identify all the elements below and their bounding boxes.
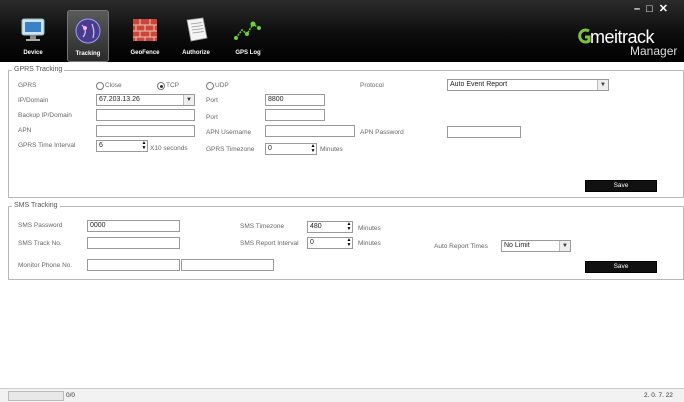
chevron-down-icon[interactable]: ▼: [597, 80, 608, 90]
gprs-timezone-label: GPRS Timezone: [206, 146, 255, 153]
port-input[interactable]: 8800: [265, 94, 325, 106]
route-icon: [234, 21, 261, 40]
toolbar-authorize[interactable]: Authorize: [176, 10, 216, 60]
sms-report-stepper[interactable]: 0 ▲ ▼: [307, 237, 353, 249]
auto-report-label: Auto Report Times: [434, 243, 488, 250]
apn-username-label: APN Username: [206, 129, 252, 136]
sms-timezone-label: SMS Timezone: [240, 223, 285, 230]
gprs-legend: GPRS Tracking: [12, 66, 65, 73]
chevron-down-icon[interactable]: ▼: [559, 241, 570, 251]
progress-field: [8, 391, 64, 401]
apn-username-input[interactable]: [265, 125, 355, 137]
radio-close-label: Close: [105, 82, 122, 89]
sms-timezone-value: 480: [310, 223, 322, 230]
interval-unit: X10 seconds: [150, 145, 188, 152]
gprs-timezone-stepper[interactable]: 0 ▲ ▼: [265, 143, 317, 155]
interval-value: 6: [99, 142, 103, 149]
brick-wall-icon: [133, 19, 157, 41]
backup-ip-label: Backup IP/Domain: [18, 112, 72, 119]
gprs-save-button[interactable]: Save: [585, 180, 657, 192]
sms-timezone-unit: Minutes: [358, 225, 381, 232]
auto-report-select[interactable]: No Limit ▼: [501, 240, 571, 252]
toolbar-geofence-label: GeoFence: [130, 50, 160, 56]
apn-password-label: APN Password: [360, 129, 404, 136]
toolbar-device[interactable]: Device: [13, 10, 53, 60]
apn-label: APN: [18, 127, 32, 134]
radio-udp-label: UDP: [215, 82, 229, 89]
sms-track-label: SMS Track No.: [18, 240, 62, 247]
minimize-button[interactable]: –: [634, 3, 646, 15]
gprs-timezone-unit: Minutes: [320, 146, 343, 153]
port2-input[interactable]: [265, 109, 325, 121]
monitor-label: Monitor Phone No.: [18, 262, 73, 269]
progress-text: 0/0: [66, 392, 76, 399]
close-button[interactable]: ✕: [659, 3, 674, 15]
stepper-arrows-icon[interactable]: ▲ ▼: [310, 144, 316, 154]
toolbar-gps-log-label: GPS Log: [235, 50, 261, 56]
monitor-phone-input-2[interactable]: [181, 259, 274, 271]
document-icon: [186, 17, 208, 42]
toolbar-gps-log[interactable]: GPS Log: [228, 10, 268, 60]
sms-password-label: SMS Password: [18, 222, 63, 229]
toolbar-tracking[interactable]: Tracking: [67, 10, 109, 62]
stepper-arrows-icon[interactable]: ▲ ▼: [346, 238, 352, 248]
sms-report-label: SMS Report Interval: [240, 240, 299, 247]
protocol-label: Protocol: [360, 82, 384, 89]
maximize-button[interactable]: □: [646, 3, 659, 15]
ip-label: IP/Domain: [18, 97, 49, 104]
interval-label: GPRS Time Interval: [18, 142, 76, 149]
toolbar-geofence[interactable]: GeoFence: [125, 10, 165, 60]
radio-tcp-label: TCP: [166, 82, 179, 89]
gprs-label: GPRS: [18, 82, 37, 89]
window-controls: –□✕: [634, 2, 674, 15]
sms-timezone-stepper[interactable]: 480 ▲ ▼: [307, 221, 353, 233]
sms-legend: SMS Tracking: [12, 202, 60, 209]
ip-domain-select[interactable]: 67.203.13.26 ▼: [96, 94, 195, 106]
protocol-select[interactable]: Auto Event Report ▼: [447, 79, 609, 91]
monitor-icon: [21, 18, 45, 41]
title-bar: –□✕ Device Tracking GeoFence Authorize G…: [0, 0, 684, 62]
gprs-timezone-value: 0: [268, 145, 272, 152]
apn-password-input[interactable]: [447, 126, 521, 138]
protocol-value: Auto Event Report: [450, 81, 508, 88]
toolbar-authorize-label: Authorize: [182, 50, 210, 56]
port-label: Port: [206, 97, 218, 104]
sms-track-input[interactable]: [87, 237, 180, 249]
sms-password-input[interactable]: 0000: [87, 220, 180, 232]
radio-close[interactable]: [96, 82, 104, 90]
stepper-arrows-icon[interactable]: ▲ ▼: [346, 222, 352, 232]
monitor-phone-input-1[interactable]: [87, 259, 180, 271]
status-bar: 0/0 2. 0. 7. 22: [0, 388, 684, 402]
chevron-down-icon[interactable]: ▼: [183, 95, 194, 105]
ip-value: 67.203.13.26: [99, 96, 140, 103]
apn-input[interactable]: [96, 125, 195, 137]
version-text: 2. 0. 7. 22: [644, 392, 673, 399]
globe-icon: [75, 18, 101, 44]
radio-udp[interactable]: [206, 82, 214, 90]
toolbar-tracking-label: Tracking: [75, 51, 101, 57]
sms-save-button[interactable]: Save: [585, 261, 657, 273]
port2-label: Port: [206, 114, 218, 121]
radio-tcp[interactable]: [157, 82, 165, 90]
stepper-arrows-icon[interactable]: ▲ ▼: [141, 141, 147, 151]
auto-report-value: No Limit: [504, 242, 530, 249]
brand-sub: Manager: [630, 44, 678, 58]
toolbar-device-label: Device: [23, 50, 43, 56]
sms-report-unit: Minutes: [358, 240, 381, 247]
interval-stepper[interactable]: 6 ▲ ▼: [96, 140, 148, 152]
sms-report-value: 0: [310, 239, 314, 246]
backup-ip-input[interactable]: [96, 109, 195, 121]
